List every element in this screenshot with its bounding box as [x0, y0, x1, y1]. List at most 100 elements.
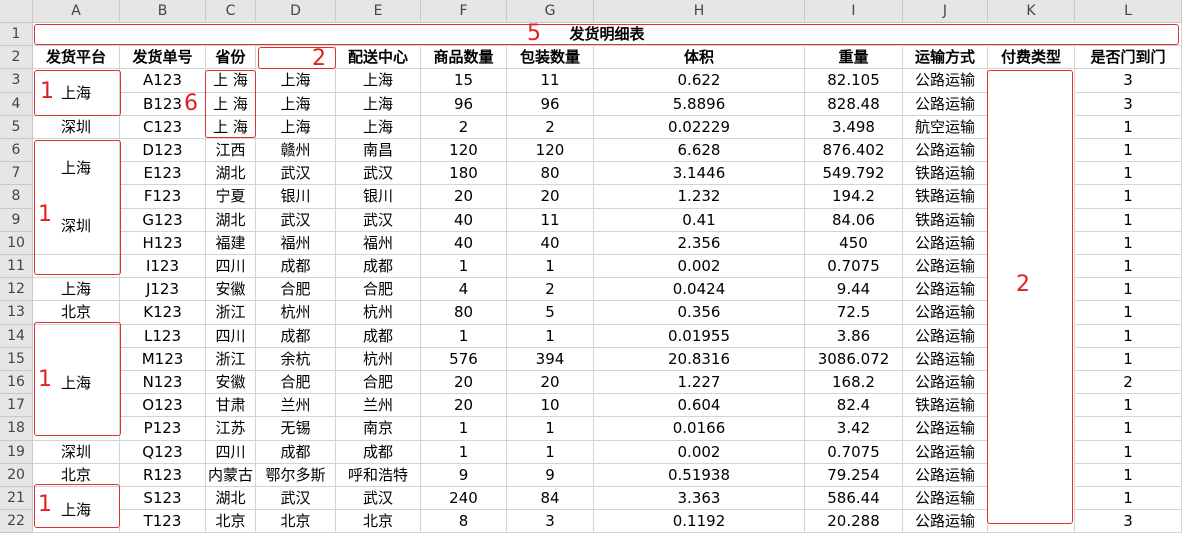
cell-d[interactable]: 武汉: [256, 162, 336, 186]
cell-h[interactable]: 1.227: [594, 371, 805, 395]
column-header[interactable]: K: [988, 0, 1075, 23]
cell-c[interactable]: 四川: [206, 440, 256, 464]
cell-g[interactable]: 1: [507, 417, 594, 441]
cell-e[interactable]: 南昌: [336, 139, 421, 163]
row-header[interactable]: 5: [0, 115, 33, 139]
column-title-cell[interactable]: 发货平台: [33, 46, 120, 70]
cell-j[interactable]: 公路运输: [903, 324, 988, 348]
cell-l[interactable]: 1: [1075, 255, 1182, 279]
cell-d[interactable]: 余杭: [256, 347, 336, 371]
cell-c[interactable]: 内蒙古: [206, 463, 256, 487]
cell-a[interactable]: [33, 255, 120, 279]
cell-e[interactable]: 福州: [336, 231, 421, 255]
cell-j[interactable]: 公路运输: [903, 278, 988, 302]
cell-i[interactable]: 876.402: [805, 139, 903, 163]
cell-h[interactable]: 6.628: [594, 139, 805, 163]
cell-j[interactable]: 公路运输: [903, 231, 988, 255]
cell-d[interactable]: 上海: [256, 92, 336, 116]
cell-l[interactable]: 1: [1075, 185, 1182, 209]
cell-l[interactable]: 1: [1075, 417, 1182, 441]
column-title-cell[interactable]: 包装数量: [507, 46, 594, 70]
cell-i[interactable]: 549.792: [805, 162, 903, 186]
cell-b[interactable]: I123: [120, 255, 206, 279]
cell-b[interactable]: K123: [120, 301, 206, 325]
cell-l[interactable]: 1: [1075, 440, 1182, 464]
cell-i[interactable]: 79.254: [805, 463, 903, 487]
cell-g[interactable]: 9: [507, 463, 594, 487]
row-header[interactable]: 4: [0, 92, 33, 116]
cell-h[interactable]: 0.01955: [594, 324, 805, 348]
cell-l[interactable]: 3: [1075, 510, 1182, 533]
cell-e[interactable]: 上海: [336, 92, 421, 116]
cell-i[interactable]: 828.48: [805, 92, 903, 116]
cell-h[interactable]: 0.0166: [594, 417, 805, 441]
column-header[interactable]: A: [33, 0, 120, 23]
cell-h[interactable]: 3.1446: [594, 162, 805, 186]
cell-b[interactable]: C123: [120, 115, 206, 139]
cell-c[interactable]: 安徽: [206, 278, 256, 302]
cell-i[interactable]: 82.4: [805, 394, 903, 418]
cell-h[interactable]: 0.1192: [594, 510, 805, 533]
cell-d[interactable]: 成都: [256, 440, 336, 464]
cell-i[interactable]: 168.2: [805, 371, 903, 395]
cell-b[interactable]: F123: [120, 185, 206, 209]
cell-c[interactable]: 宁夏: [206, 185, 256, 209]
cell-f[interactable]: 20: [421, 394, 507, 418]
row-header[interactable]: 6: [0, 139, 33, 163]
cell-i[interactable]: 20.288: [805, 510, 903, 533]
cell-f[interactable]: 15: [421, 69, 507, 93]
platform-cell[interactable]: 上海 深圳: [33, 139, 120, 255]
row-header[interactable]: 10: [0, 231, 33, 255]
cell-d[interactable]: 赣州: [256, 139, 336, 163]
cell-e[interactable]: 上海: [336, 115, 421, 139]
row-header[interactable]: 3: [0, 69, 33, 93]
cell-f[interactable]: 120: [421, 139, 507, 163]
cell-h[interactable]: 5.8896: [594, 92, 805, 116]
cell-b[interactable]: R123: [120, 463, 206, 487]
cell-b[interactable]: M123: [120, 347, 206, 371]
cell-c[interactable]: 江西: [206, 139, 256, 163]
cell-d[interactable]: 成都: [256, 255, 336, 279]
cell-a[interactable]: 深圳: [33, 440, 120, 464]
cell-e[interactable]: 合肥: [336, 278, 421, 302]
cell-f[interactable]: 80: [421, 301, 507, 325]
cell-e[interactable]: 北京: [336, 510, 421, 533]
cell-g[interactable]: 20: [507, 185, 594, 209]
column-title-cell[interactable]: 省份: [206, 46, 256, 70]
cell-f[interactable]: 2: [421, 115, 507, 139]
cell-l[interactable]: 1: [1075, 324, 1182, 348]
cell-e[interactable]: 成都: [336, 440, 421, 464]
cell-i[interactable]: 72.5: [805, 301, 903, 325]
cell-b[interactable]: D123: [120, 139, 206, 163]
cell-c[interactable]: 湖北: [206, 208, 256, 232]
cell-j[interactable]: 铁路运输: [903, 208, 988, 232]
cell-g[interactable]: 11: [507, 69, 594, 93]
cell-j[interactable]: 公路运输: [903, 510, 988, 533]
cell-e[interactable]: 呼和浩特: [336, 463, 421, 487]
row-header[interactable]: 11: [0, 255, 33, 279]
row-header[interactable]: 12: [0, 278, 33, 302]
cell-l[interactable]: 2: [1075, 371, 1182, 395]
cell-b[interactable]: E123: [120, 162, 206, 186]
cell-d[interactable]: 上海: [256, 115, 336, 139]
cell-j[interactable]: 公路运输: [903, 371, 988, 395]
cell-i[interactable]: 586.44: [805, 487, 903, 511]
cell-h[interactable]: 0.41: [594, 208, 805, 232]
column-header[interactable]: H: [594, 0, 805, 23]
cell-e[interactable]: 杭州: [336, 301, 421, 325]
column-title-cell[interactable]: 商品数量: [421, 46, 507, 70]
row-header[interactable]: 15: [0, 347, 33, 371]
cell-h[interactable]: 0.622: [594, 69, 805, 93]
cell-c[interactable]: 浙江: [206, 347, 256, 371]
cell-j[interactable]: 公路运输: [903, 255, 988, 279]
cell-i[interactable]: 0.7075: [805, 440, 903, 464]
cell-c[interactable]: 安徽: [206, 371, 256, 395]
cell-g[interactable]: 3: [507, 510, 594, 533]
cell-l[interactable]: 1: [1075, 487, 1182, 511]
cell-j[interactable]: 航空运输: [903, 115, 988, 139]
cell-j[interactable]: 公路运输: [903, 347, 988, 371]
cell-c[interactable]: 北京: [206, 510, 256, 533]
column-header[interactable]: L: [1075, 0, 1182, 23]
cell-l[interactable]: 1: [1075, 347, 1182, 371]
cell-g[interactable]: 11: [507, 208, 594, 232]
